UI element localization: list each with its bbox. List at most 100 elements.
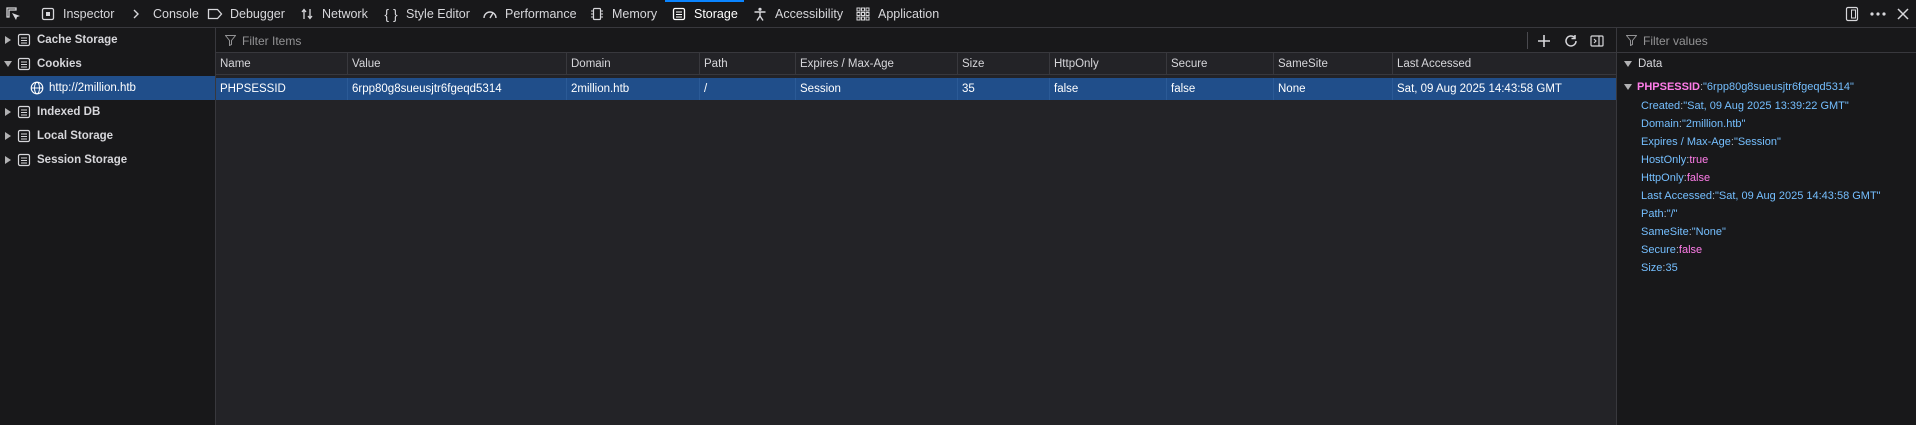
cell-expires[interactable]: Session: [795, 78, 957, 100]
cell-domain[interactable]: 2million.htb: [566, 78, 699, 100]
column-header-domain[interactable]: Domain: [566, 53, 699, 74]
add-item-button[interactable]: [1535, 32, 1553, 50]
cell-httponly[interactable]: false: [1049, 78, 1166, 100]
tab-label: Console: [153, 7, 199, 21]
more-options-icon[interactable]: [1869, 5, 1887, 23]
cell-path[interactable]: /: [699, 78, 795, 100]
table-header: Name Value Domain Path Expires / Max-Age…: [216, 53, 1616, 75]
accessibility-icon: [752, 6, 768, 22]
tab-console[interactable]: Console: [130, 0, 199, 28]
prop-domain[interactable]: Domain:"2million.htb": [1641, 118, 1745, 130]
column-header-size[interactable]: Size: [957, 53, 1049, 74]
prop-value: "Session": [1733, 136, 1781, 148]
storage-icon: [17, 129, 31, 143]
tab-label: Application: [878, 7, 940, 21]
tab-application[interactable]: Application: [855, 0, 939, 28]
cell-name[interactable]: PHPSESSID: [216, 78, 347, 100]
cell-size[interactable]: 35: [957, 78, 1049, 100]
prop-key: Last Accessed: [1641, 190, 1712, 202]
tree-item-label: Cookies: [37, 58, 82, 70]
close-icon[interactable]: [1894, 5, 1912, 23]
prop-path[interactable]: Path:"/": [1641, 208, 1678, 220]
column-header-value[interactable]: Value: [347, 53, 566, 74]
prop-key: Domain: [1641, 118, 1679, 130]
cell-last-accessed[interactable]: Sat, 09 Aug 2025 14:43:58 GMT: [1392, 78, 1616, 100]
tab-label: Storage: [694, 7, 738, 21]
prop-expires[interactable]: Expires / Max-Age:"Session": [1641, 136, 1781, 148]
collapse-arrow-icon[interactable]: [3, 59, 13, 69]
responsive-design-icon[interactable]: [1843, 5, 1861, 23]
filter-items-input[interactable]: [240, 30, 1244, 52]
devtools-toolbar: Inspector Console Debugger Network { } S…: [0, 0, 1916, 28]
column-header-httponly[interactable]: HttpOnly: [1049, 53, 1166, 74]
storage-icon: [17, 33, 31, 47]
tree-item-label: http://2million.htb: [49, 82, 136, 94]
prop-key: Expires / Max-Age: [1641, 136, 1731, 148]
tab-label: Debugger: [230, 7, 285, 21]
tree-item-2million-htb[interactable]: http://2million.htb: [0, 76, 215, 100]
tab-inspector[interactable]: Inspector: [40, 0, 114, 28]
column-header-samesite[interactable]: SameSite: [1273, 53, 1392, 74]
tab-label: Memory: [612, 7, 658, 21]
tab-accessibility[interactable]: Accessibility: [752, 0, 843, 28]
tree-item-session-storage[interactable]: Session Storage: [0, 148, 215, 172]
prop-created[interactable]: Created:"Sat, 09 Aug 2025 13:39:22 GMT": [1641, 100, 1849, 112]
console-icon: [130, 6, 146, 22]
tab-performance[interactable]: Performance: [482, 0, 577, 28]
storage-tree: Cache Storage Cookies http://2million.ht…: [0, 28, 216, 425]
expand-arrow-icon[interactable]: [3, 131, 13, 141]
prop-value: false: [1678, 244, 1703, 256]
collapse-arrow-icon[interactable]: [1624, 84, 1632, 90]
tree-item-cache-storage[interactable]: Cache Storage: [0, 28, 215, 52]
tab-style-editor[interactable]: { } Style Editor: [383, 0, 470, 28]
expand-arrow-icon[interactable]: [3, 35, 13, 45]
tree-item-label: Cache Storage: [37, 34, 118, 46]
refresh-icon: [1565, 35, 1577, 47]
tab-label: Inspector: [63, 7, 115, 21]
tab-memory[interactable]: Memory: [589, 0, 657, 28]
filter-values-input[interactable]: [1641, 30, 1905, 52]
tree-item-indexed-db[interactable]: Indexed DB: [0, 100, 215, 124]
prop-last-accessed[interactable]: Last Accessed:"Sat, 09 Aug 2025 14:43:58…: [1641, 190, 1881, 202]
cell-value[interactable]: 6rpp80g8sueusjtr6fgeqd5314: [347, 78, 566, 100]
table-filter-bar: [216, 28, 1616, 53]
column-header-secure[interactable]: Secure: [1166, 53, 1273, 74]
tab-network[interactable]: Network: [299, 0, 368, 28]
prop-value: "None": [1691, 226, 1726, 238]
sidebar-toggle-icon: [1590, 35, 1604, 47]
cookie-root-entry[interactable]: PHPSESSID: "6rpp80g8sueusjtr6fgeqd5314": [1624, 81, 1854, 93]
refresh-button[interactable]: [1562, 32, 1580, 50]
tree-item-label: Session Storage: [37, 154, 128, 166]
column-header-last-accessed[interactable]: Last Accessed: [1392, 53, 1616, 74]
column-header-expires[interactable]: Expires / Max-Age: [795, 53, 957, 74]
collapse-arrow-icon[interactable]: [1624, 61, 1632, 67]
prop-samesite[interactable]: SameSite:"None": [1641, 226, 1726, 238]
prop-value: "6rpp80g8sueusjtr6fgeqd5314": [1703, 81, 1854, 93]
filter-icon: [1626, 35, 1637, 46]
expand-arrow-icon[interactable]: [3, 107, 13, 117]
column-header-path[interactable]: Path: [699, 53, 795, 74]
prop-value: "2million.htb": [1681, 118, 1746, 130]
filter-icon: [225, 35, 236, 46]
storage-icon: [671, 6, 687, 22]
prop-size[interactable]: Size:35: [1641, 262, 1678, 274]
prop-hostonly[interactable]: HostOnly:true: [1641, 154, 1708, 166]
tab-debugger[interactable]: Debugger: [207, 0, 285, 28]
tree-item-cookies[interactable]: Cookies: [0, 52, 215, 76]
sidebar-filter-bar: [1617, 28, 1916, 53]
tab-label: Performance: [505, 7, 577, 21]
element-picker-icon[interactable]: [4, 5, 22, 23]
data-section-header[interactable]: Data: [1617, 53, 1916, 75]
cell-secure[interactable]: false: [1166, 78, 1273, 100]
column-header-name[interactable]: Name: [216, 53, 347, 74]
toggle-sidebar-button[interactable]: [1588, 32, 1606, 50]
expand-arrow-icon[interactable]: [3, 155, 13, 165]
cell-samesite[interactable]: None: [1273, 78, 1392, 100]
prop-key: PHPSESSID: [1637, 81, 1700, 93]
prop-secure[interactable]: Secure:false: [1641, 244, 1702, 256]
prop-httponly[interactable]: HttpOnly:false: [1641, 172, 1710, 184]
tab-storage[interactable]: Storage: [665, 0, 744, 28]
tree-item-local-storage[interactable]: Local Storage: [0, 124, 215, 148]
table-row[interactable]: PHPSESSID 6rpp80g8sueusjtr6fgeqd5314 2mi…: [216, 78, 1616, 100]
style-editor-icon: { }: [384, 6, 398, 22]
